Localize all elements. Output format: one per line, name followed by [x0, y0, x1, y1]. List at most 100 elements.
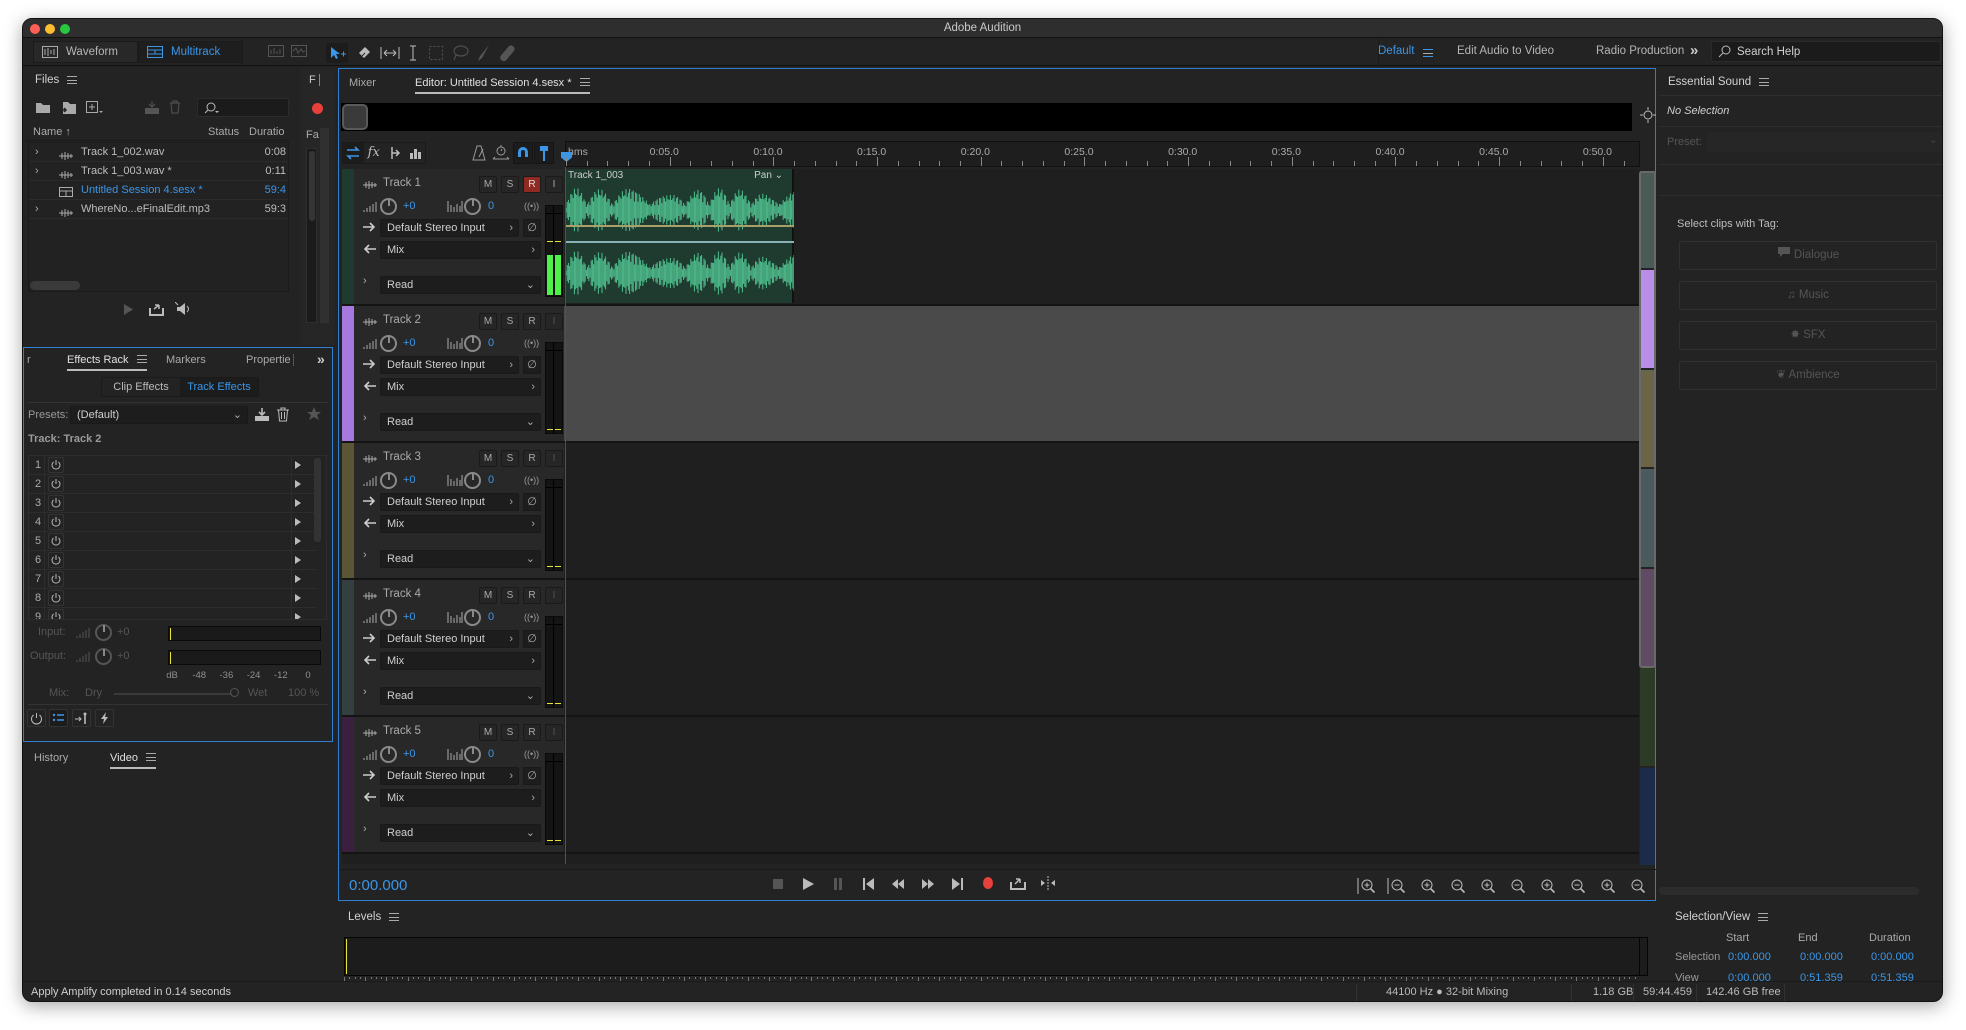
solo-button[interactable]: S: [501, 587, 519, 604]
tab-effects-rack[interactable]: Effects Rack: [67, 354, 147, 371]
tab-editor[interactable]: Editor: Untitled Session 4.sesx *: [415, 77, 590, 94]
slot-power-icon[interactable]: [48, 457, 64, 473]
open-file-icon[interactable]: [35, 101, 51, 117]
track-output-dropdown[interactable]: Mix ›: [380, 515, 541, 533]
clip-param-dropdown[interactable]: Pan ⌄: [754, 170, 783, 181]
eq-icon[interactable]: [405, 143, 426, 163]
effect-slot[interactable]: 6: [29, 551, 317, 570]
effects-scrollbar[interactable]: [314, 458, 321, 542]
zoom-out-time-icon[interactable]: [1446, 877, 1466, 898]
phase-invert-icon[interactable]: ∅: [523, 630, 541, 648]
selection-view-menu-icon[interactable]: [1758, 913, 1769, 921]
waveform-view-button[interactable]: Waveform: [33, 41, 138, 63]
slot-power-icon[interactable]: [48, 514, 64, 530]
input-monitor-button[interactable]: I: [545, 587, 563, 604]
slot-power-icon[interactable]: [48, 495, 64, 511]
tab-markers[interactable]: Markers: [166, 354, 206, 366]
tag-sfx-button[interactable]: ✸ SFX: [1679, 321, 1937, 350]
effect-slot[interactable]: 5: [29, 532, 317, 551]
slot-menu-arrow-icon[interactable]: [295, 498, 301, 510]
track-4[interactable]: Track 4 M S R I +0 0 ((•)) Default Stereo Input ›…: [342, 580, 1639, 717]
track-output-dropdown[interactable]: Mix ›: [380, 378, 541, 396]
expand-automation-icon[interactable]: ›: [363, 823, 367, 835]
automation-mode-dropdown[interactable]: Read ⌄: [380, 550, 541, 568]
output-gain-knob[interactable]: [95, 648, 112, 665]
preset-dropdown[interactable]: ⌄: [1707, 132, 1942, 152]
spot-healing-tool-icon[interactable]: [498, 44, 516, 65]
files-panel-menu-icon[interactable]: [67, 76, 78, 84]
tab-partial[interactable]: r: [27, 354, 31, 366]
pan-knob[interactable]: [464, 198, 481, 215]
skip-selection-button[interactable]: [1038, 876, 1058, 896]
effect-slot[interactable]: 4: [29, 513, 317, 532]
expand-chevron-icon[interactable]: ›: [35, 200, 39, 218]
effect-slot[interactable]: 7: [29, 570, 317, 589]
files-horizontal-scrollbar[interactable]: [30, 281, 80, 290]
tab-history[interactable]: History: [34, 752, 68, 764]
track-clip-area[interactable]: [564, 580, 1639, 715]
zoom-out-amplitude-icon[interactable]: [1386, 877, 1406, 898]
delete-file-icon[interactable]: [169, 100, 181, 117]
expand-automation-icon[interactable]: ›: [363, 275, 367, 287]
input-monitor-button[interactable]: I: [545, 313, 563, 330]
track-overview-segment[interactable]: [1640, 767, 1655, 865]
pan-value[interactable]: 0: [488, 337, 494, 349]
pan-knob[interactable]: [464, 746, 481, 763]
workspace-edit-audio-to-video[interactable]: Edit Audio to Video: [1457, 45, 1554, 57]
search-help-field[interactable]: Search Help: [1711, 41, 1941, 62]
pan-value[interactable]: 0: [488, 200, 494, 212]
zoom-in-tracks-icon[interactable]: [1626, 877, 1646, 898]
fader-track[interactable]: [306, 148, 317, 323]
solo-button[interactable]: S: [501, 313, 519, 330]
track-input-dropdown[interactable]: Default Stereo Input ›: [380, 493, 519, 511]
input-monitor-button[interactable]: I: [545, 724, 563, 741]
import-file-icon[interactable]: [59, 101, 77, 118]
rewind-button[interactable]: [888, 876, 908, 896]
zoom-to-out-point-icon[interactable]: [1536, 877, 1556, 898]
track-output-dropdown[interactable]: Mix ›: [380, 789, 541, 807]
track-5[interactable]: Track 5 M S R I +0 0 ((•)) Default Stereo Input ›…: [342, 717, 1639, 854]
tag-music-button[interactable]: ♫ Music: [1679, 281, 1937, 310]
solo-button[interactable]: S: [501, 724, 519, 741]
presets-dropdown[interactable]: (Default) ⌄: [70, 406, 248, 424]
volume-value[interactable]: +0: [403, 474, 416, 486]
pan-value[interactable]: 0: [488, 474, 494, 486]
track-name[interactable]: Track 3: [383, 451, 421, 463]
track-name[interactable]: Track 2: [383, 314, 421, 326]
track-2[interactable]: Track 2 M S R I +0 0 ((•)) Default Stereo Input ›…: [342, 306, 1639, 443]
overview-view-handle[interactable]: [342, 104, 368, 130]
razor-tool-icon[interactable]: [355, 44, 373, 65]
subtab-track-effects[interactable]: Track Effects: [180, 378, 258, 396]
mute-button[interactable]: M: [479, 176, 497, 193]
volume-value[interactable]: +0: [403, 337, 416, 349]
zoom-in-time-icon[interactable]: [1416, 877, 1436, 898]
play-preview-icon[interactable]: [123, 304, 133, 318]
slot-menu-arrow-icon[interactable]: [295, 555, 301, 567]
effect-slot[interactable]: 2: [29, 475, 317, 494]
video-panel-menu-icon[interactable]: [145, 753, 156, 761]
file-row[interactable]: › Track 1_002.wav 0:08: [29, 143, 288, 162]
track-clip-area[interactable]: [564, 443, 1639, 578]
effects-rack-menu-icon[interactable]: [136, 355, 147, 363]
apply-effect-lightning-icon[interactable]: [95, 709, 114, 727]
expand-automation-icon[interactable]: ›: [363, 686, 367, 698]
zoom-to-fit-icon[interactable]: [1639, 106, 1657, 127]
slot-menu-arrow-icon[interactable]: [295, 536, 301, 548]
track-output-dropdown[interactable]: Mix ›: [380, 241, 541, 259]
track-3[interactable]: Track 3 M S R I +0 0 ((•)) Default Stereo Input ›…: [342, 443, 1639, 580]
record-arm-button[interactable]: R: [523, 176, 541, 193]
levels-menu-icon[interactable]: [389, 913, 400, 921]
slot-menu-arrow-icon[interactable]: [295, 460, 301, 472]
mix-slider-handle[interactable]: [230, 688, 239, 697]
automation-mode-dropdown[interactable]: Read ⌄: [380, 276, 541, 294]
new-file-icon[interactable]: [85, 100, 105, 118]
loop-playback-button[interactable]: [1008, 876, 1028, 896]
files-search-input[interactable]: [197, 98, 289, 117]
spectral-frequency-icon[interactable]: [268, 45, 284, 60]
metronome-icon[interactable]: [472, 145, 486, 164]
side-panel-scrollbar[interactable]: [320, 128, 329, 323]
brush-tool-icon[interactable]: [475, 44, 491, 65]
volume-knob[interactable]: [380, 472, 397, 489]
volume-value[interactable]: +0: [403, 611, 416, 623]
volume-value[interactable]: +0: [403, 748, 416, 760]
